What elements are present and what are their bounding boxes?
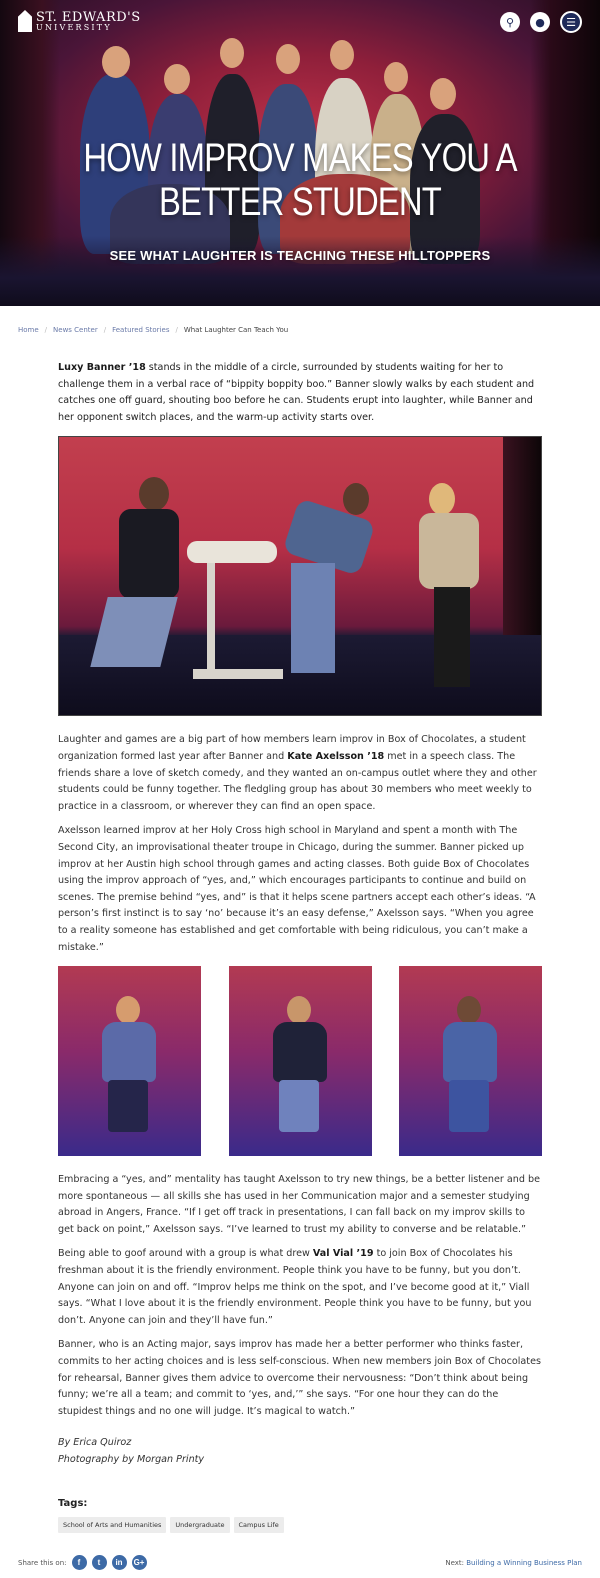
hero-subtitle: SEE WHAT LAUGHTER IS TEACHING THESE HILL…: [109, 248, 491, 263]
user-icon[interactable]: ●: [530, 12, 550, 32]
article-footer: Share this on: f t in G+ Next: Building …: [0, 1533, 600, 1578]
share-bar: Share this on: f t in G+: [18, 1555, 147, 1571]
tag-link[interactable]: Undergraduate: [170, 1517, 230, 1534]
tag-link[interactable]: Campus Life: [233, 1517, 284, 1534]
hero-banner: ST. EDWARD'S UNIVERSITY ⚲ ● ☰ HOW IMPROV…: [0, 0, 600, 306]
photo-improv-game: [58, 436, 542, 717]
breadcrumb-home[interactable]: Home: [18, 326, 39, 334]
breadcrumb-separator: /: [44, 326, 48, 334]
portrait-photo: [228, 966, 372, 1157]
tag-list: School of Arts and Humanities Undergradu…: [58, 1517, 542, 1534]
tag-link[interactable]: School of Arts and Humanities: [58, 1517, 167, 1534]
university-logo[interactable]: ST. EDWARD'S UNIVERSITY: [18, 10, 141, 32]
breadcrumb: Home / News Center / Featured Stories / …: [0, 306, 600, 334]
logo-line-1: ST. EDWARD'S: [36, 9, 141, 25]
tags-heading: Tags:: [58, 1498, 88, 1510]
crest-icon: [18, 10, 32, 32]
header-actions: ⚲ ● ☰: [500, 11, 582, 33]
paragraph-2: Laughter and games are a big part of how…: [58, 734, 537, 812]
person-name: Kate Axelsson ’18: [287, 750, 385, 762]
next-article-link[interactable]: Building a Winning Business Plan: [466, 1559, 582, 1567]
menu-icon[interactable]: ☰: [560, 11, 582, 33]
portrait-photo: [58, 966, 201, 1157]
breadcrumb-separator: /: [175, 326, 178, 334]
hero-stage-floor: [0, 236, 600, 306]
paragraph-3: Axelsson learned improv at her Holy Cros…: [58, 825, 536, 953]
hero-title: HOW IMPROV MAKES YOU A BETTER STUDENT: [83, 136, 517, 224]
twitter-icon[interactable]: t: [91, 1555, 107, 1571]
paragraph-4: Embracing a “yes, and” mentality has tau…: [58, 1174, 541, 1235]
article-body: Luxy Banner ’18 stands in the middle of …: [58, 360, 542, 1534]
paragraph-5: Being able to goof around with a group i…: [58, 1248, 532, 1326]
breadcrumb-news-center[interactable]: News Center: [53, 326, 98, 334]
breadcrumb-separator: /: [103, 326, 107, 334]
facebook-icon[interactable]: f: [71, 1555, 87, 1571]
google-plus-icon[interactable]: G+: [131, 1555, 147, 1571]
paragraph-intro: Luxy Banner ’18 stands in the middle of …: [58, 360, 542, 426]
breadcrumb-current: What Laughter Can Teach You: [183, 326, 289, 334]
byline: By Erica Quiroz Photography by Morgan Pr…: [58, 1434, 542, 1468]
person-name: Val Vial ’19: [312, 1248, 374, 1260]
next-article: Next: Building a Winning Business Plan: [445, 1559, 582, 1567]
next-label: Next:: [445, 1558, 464, 1567]
logo-line-2: UNIVERSITY: [36, 22, 112, 32]
paragraph-6: Banner, who is an Acting major, says imp…: [58, 1339, 541, 1417]
search-icon[interactable]: ⚲: [500, 12, 520, 32]
photo-triptych: [58, 966, 542, 1157]
portrait-photo: [399, 966, 542, 1157]
byline-photographer: Photography by Morgan Printy: [58, 1454, 205, 1466]
share-label: Share this on:: [18, 1558, 67, 1567]
breadcrumb-featured-stories[interactable]: Featured Stories: [112, 326, 169, 334]
byline-author: By Erica Quiroz: [58, 1437, 132, 1449]
linkedin-icon[interactable]: in: [111, 1555, 127, 1571]
person-name: Luxy Banner ’18: [58, 362, 146, 373]
